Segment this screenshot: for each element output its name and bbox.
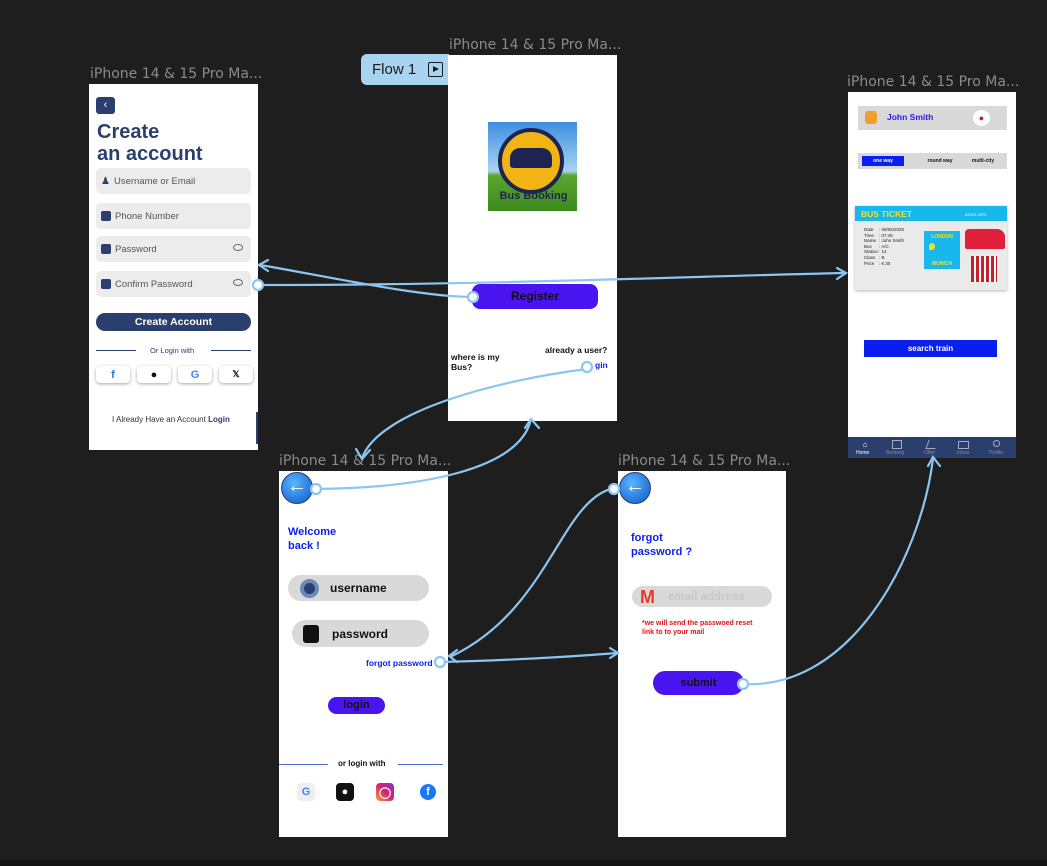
connector-reset-back-to-login[interactable] bbox=[449, 486, 615, 658]
connector-handle[interactable] bbox=[433, 655, 447, 669]
connector-handle[interactable] bbox=[607, 482, 621, 496]
connector-forgot-to-reset[interactable] bbox=[439, 651, 618, 664]
bottom-bar bbox=[0, 860, 1047, 866]
design-canvas: iPhone 14 & 15 Pro Ma... iPhone 14 & 15 … bbox=[0, 0, 1047, 866]
prototype-connectors bbox=[251, 258, 942, 691]
connector-handle[interactable] bbox=[580, 360, 594, 374]
connector-handle[interactable] bbox=[736, 677, 750, 691]
connector-handle[interactable] bbox=[466, 290, 480, 304]
connector-register-to-create[interactable] bbox=[259, 263, 474, 299]
connector-create-to-ticket[interactable] bbox=[258, 271, 845, 287]
connector-back-to-splash[interactable] bbox=[315, 418, 533, 491]
connector-login-link-to-login[interactable] bbox=[360, 367, 588, 459]
connector-handle[interactable] bbox=[309, 482, 323, 496]
connector-handle[interactable] bbox=[251, 278, 265, 292]
connector-submit-to-ticket[interactable] bbox=[742, 458, 935, 686]
